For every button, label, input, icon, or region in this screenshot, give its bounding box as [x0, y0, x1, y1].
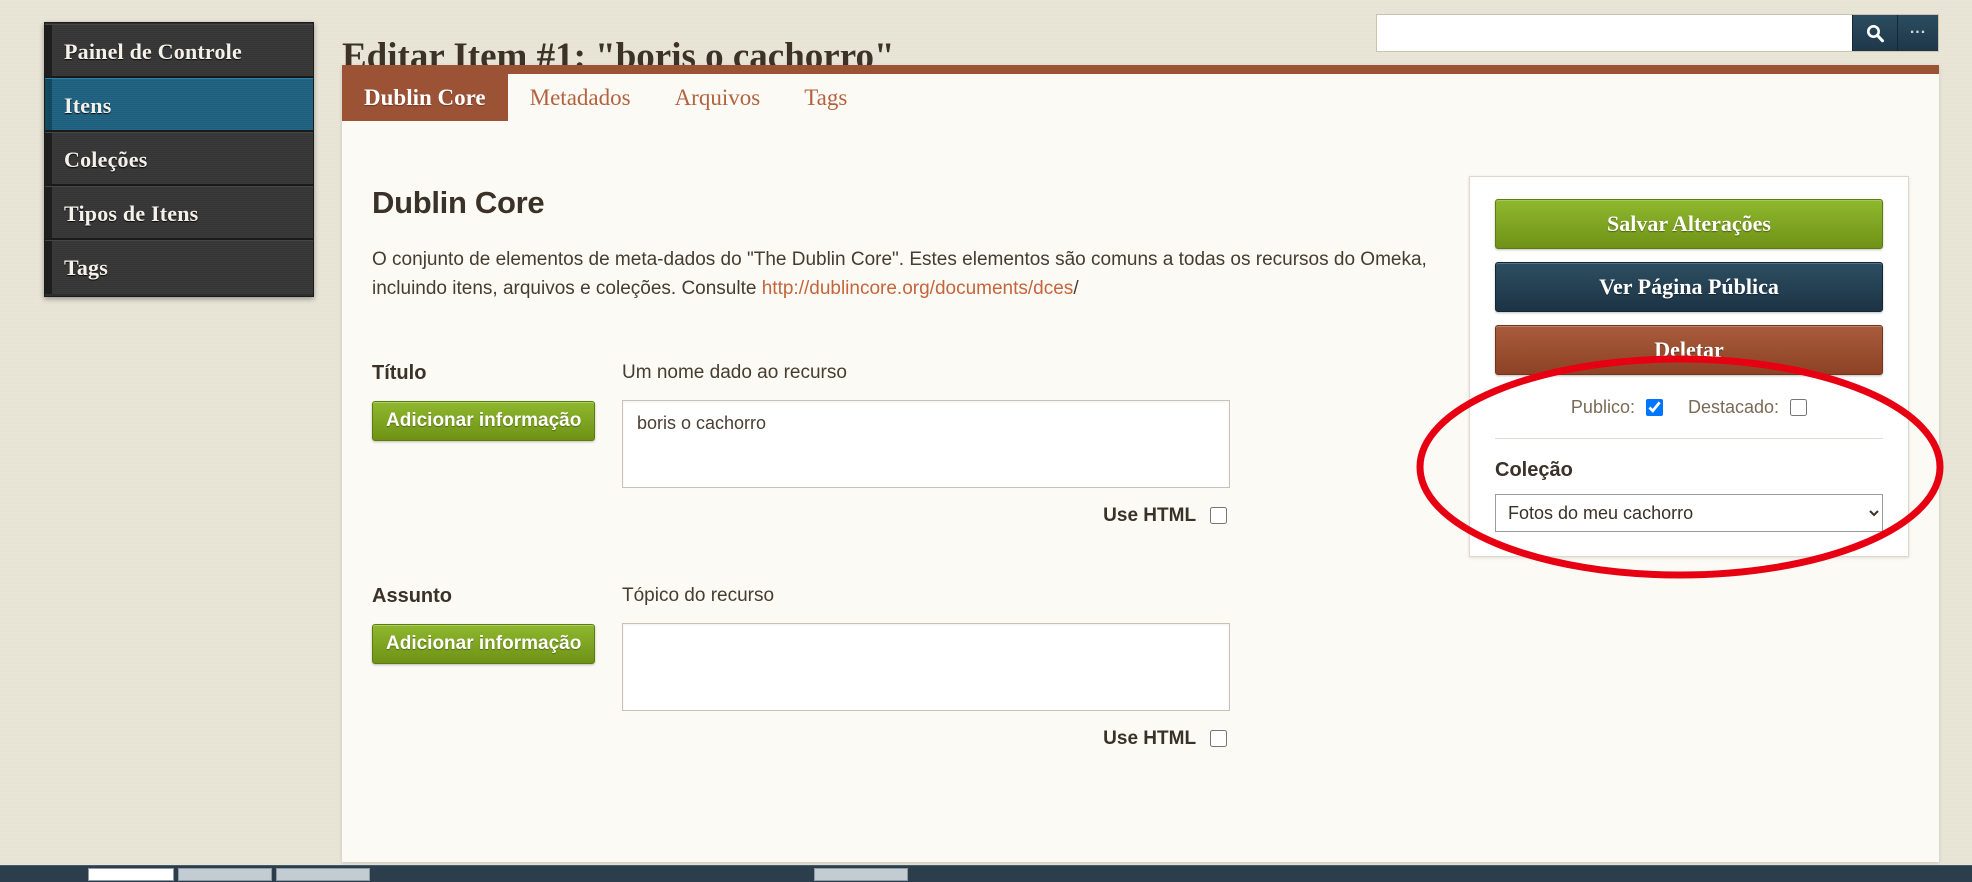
- section-title: Dublin Core: [372, 185, 545, 220]
- field-row-titulo: Título Adicionar informação Um nome dado…: [372, 362, 1482, 527]
- field-row-assunto: Assunto Adicionar informação Tópico do r…: [372, 585, 1482, 750]
- sidebar-item-painel-de-controle[interactable]: Painel de Controle: [45, 24, 313, 78]
- sidebar-item-label: Tipos de Itens: [64, 201, 199, 226]
- field-right-assunto: Tópico do recurso Use HTML: [622, 585, 1482, 750]
- tab-arquivos[interactable]: Arquivos: [653, 74, 783, 121]
- visibility-flags: Publico: Destacado:: [1495, 397, 1883, 418]
- sidebar-item-tipos-de-itens[interactable]: Tipos de Itens: [45, 186, 313, 240]
- public-checkbox[interactable]: [1645, 399, 1663, 416]
- field-right-titulo: Um nome dado ao recurso Use HTML: [622, 362, 1482, 527]
- taskbar-window-button[interactable]: [276, 867, 370, 881]
- collection-select[interactable]: Fotos do meu cachorro: [1495, 494, 1883, 532]
- taskbar-window-button[interactable]: [178, 867, 272, 881]
- panel-divider: [1495, 438, 1883, 439]
- tab-metadados[interactable]: Metadados: [508, 74, 653, 121]
- sidebar-item-itens[interactable]: Itens: [45, 78, 313, 132]
- sidebar-item-tags[interactable]: Tags: [45, 240, 313, 294]
- tab-tags[interactable]: Tags: [782, 74, 869, 121]
- use-html-checkbox-titulo[interactable]: [1210, 506, 1227, 524]
- field-left-titulo: Título Adicionar informação: [372, 362, 622, 527]
- sidebar-item-label: Painel de Controle: [64, 39, 242, 64]
- taskbar-window-button[interactable]: [814, 867, 908, 881]
- tab-label: Metadados: [529, 84, 631, 110]
- os-taskbar: [0, 865, 1972, 882]
- view-public-page-button[interactable]: Ver Página Pública: [1495, 262, 1883, 312]
- sidebar-item-label: Itens: [64, 93, 112, 118]
- field-left-assunto: Assunto Adicionar informação: [372, 585, 622, 750]
- tab-dublin-core[interactable]: Dublin Core: [342, 65, 508, 121]
- field-hint-assunto: Tópico do recurso: [622, 584, 775, 606]
- sidebar-navigation: Painel de Controle Itens Coleções Tipos …: [44, 22, 314, 297]
- main-content: Dublin Core O conjunto de elementos de m…: [372, 185, 1482, 750]
- search-icon[interactable]: [1852, 15, 1897, 51]
- section-description: O conjunto de elementos de meta-dados do…: [372, 245, 1462, 304]
- section-description-suffix: /: [1073, 278, 1079, 300]
- use-html-label-assunto: Use HTML: [1103, 727, 1196, 749]
- use-html-row-assunto: Use HTML: [622, 727, 1230, 750]
- search-input[interactable]: [1377, 15, 1852, 51]
- use-html-row-titulo: Use HTML: [622, 504, 1230, 527]
- featured-checkbox[interactable]: [1790, 399, 1808, 416]
- search-bar: ...: [1376, 14, 1939, 52]
- sidebar-item-label: Tags: [64, 255, 109, 280]
- featured-label: Destacado:: [1688, 397, 1780, 417]
- field-input-titulo[interactable]: [622, 399, 1230, 488]
- advanced-search-button[interactable]: ...: [1897, 15, 1938, 51]
- taskbar-window-button[interactable]: [88, 867, 174, 881]
- tab-label: Tags: [804, 84, 848, 110]
- collection-label: Coleção: [1495, 459, 1573, 481]
- delete-button[interactable]: Deletar: [1495, 325, 1883, 375]
- dublin-core-link[interactable]: http://dublincore.org/documents/dces: [762, 278, 1074, 299]
- add-input-button-assunto[interactable]: Adicionar informação: [372, 623, 596, 664]
- add-input-button-titulo[interactable]: Adicionar informação: [372, 400, 596, 441]
- sidebar-item-label: Coleções: [64, 147, 148, 172]
- tab-label: Arquivos: [674, 84, 761, 110]
- tab-bar: Dublin Core Metadados Arquivos Tags: [342, 65, 869, 121]
- field-hint-titulo: Um nome dado ao recurso: [622, 361, 847, 383]
- page-background: Painel de Controle Itens Coleções Tipos …: [0, 0, 1972, 882]
- field-label-assunto: Assunto: [372, 584, 452, 607]
- field-label-titulo: Título: [372, 361, 427, 384]
- public-label: Publico:: [1570, 397, 1635, 417]
- item-actions-panel: Salvar Alterações Ver Página Pública Del…: [1469, 176, 1909, 557]
- use-html-checkbox-assunto[interactable]: [1210, 729, 1227, 747]
- advanced-search-label: ...: [1909, 20, 1927, 37]
- use-html-label-titulo: Use HTML: [1103, 504, 1196, 526]
- save-button[interactable]: Salvar Alterações: [1495, 199, 1883, 249]
- tab-label: Dublin Core: [364, 84, 486, 110]
- field-input-assunto[interactable]: [622, 622, 1230, 711]
- sidebar-item-colecoes[interactable]: Coleções: [45, 132, 313, 186]
